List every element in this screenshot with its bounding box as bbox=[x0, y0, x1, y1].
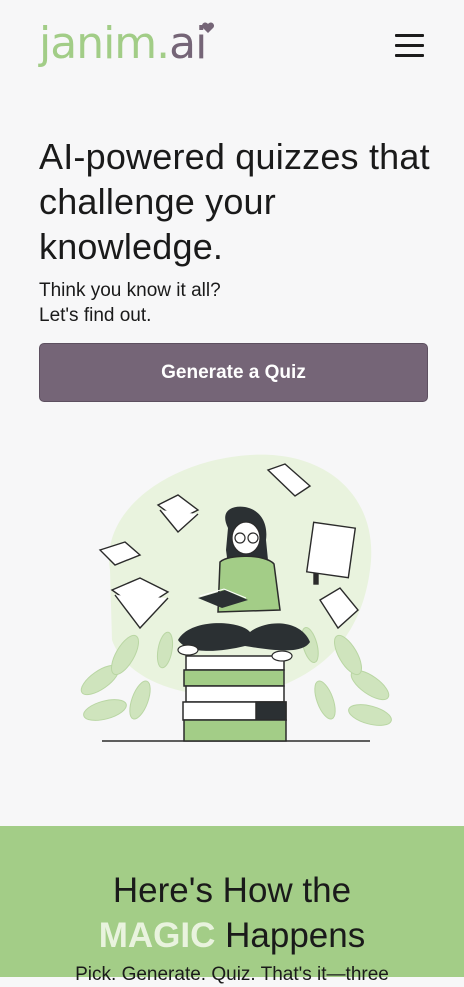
logo-text-janim: janim. bbox=[39, 18, 170, 69]
hero-subtitle-line1: Think you know it all? bbox=[39, 280, 221, 301]
hamburger-menu-icon[interactable] bbox=[394, 33, 426, 59]
how-title-rest: Happens bbox=[215, 916, 366, 955]
site-header: janim.ai bbox=[0, 0, 464, 90]
hero-subtitle-line2: Let's find out. bbox=[39, 305, 152, 326]
generate-quiz-button[interactable]: Generate a Quiz bbox=[39, 343, 428, 402]
how-title-line1: Here's How the bbox=[112, 871, 352, 910]
how-title-magic: MAGIC bbox=[98, 916, 216, 955]
how-it-works-subtitle: Pick. Generate. Quiz. That's it—three bbox=[75, 964, 389, 985]
reading-girl-illustration bbox=[80, 454, 392, 742]
hero-subtitle: Think you know it all? Let's find out. bbox=[39, 278, 419, 328]
hero-title: AI-powered quizzes that challenge your k… bbox=[39, 136, 430, 267]
logo[interactable]: janim.ai bbox=[39, 16, 215, 72]
how-it-works-title: Here's How the MAGIC Happens bbox=[0, 868, 464, 958]
heart-icon bbox=[201, 22, 215, 33]
